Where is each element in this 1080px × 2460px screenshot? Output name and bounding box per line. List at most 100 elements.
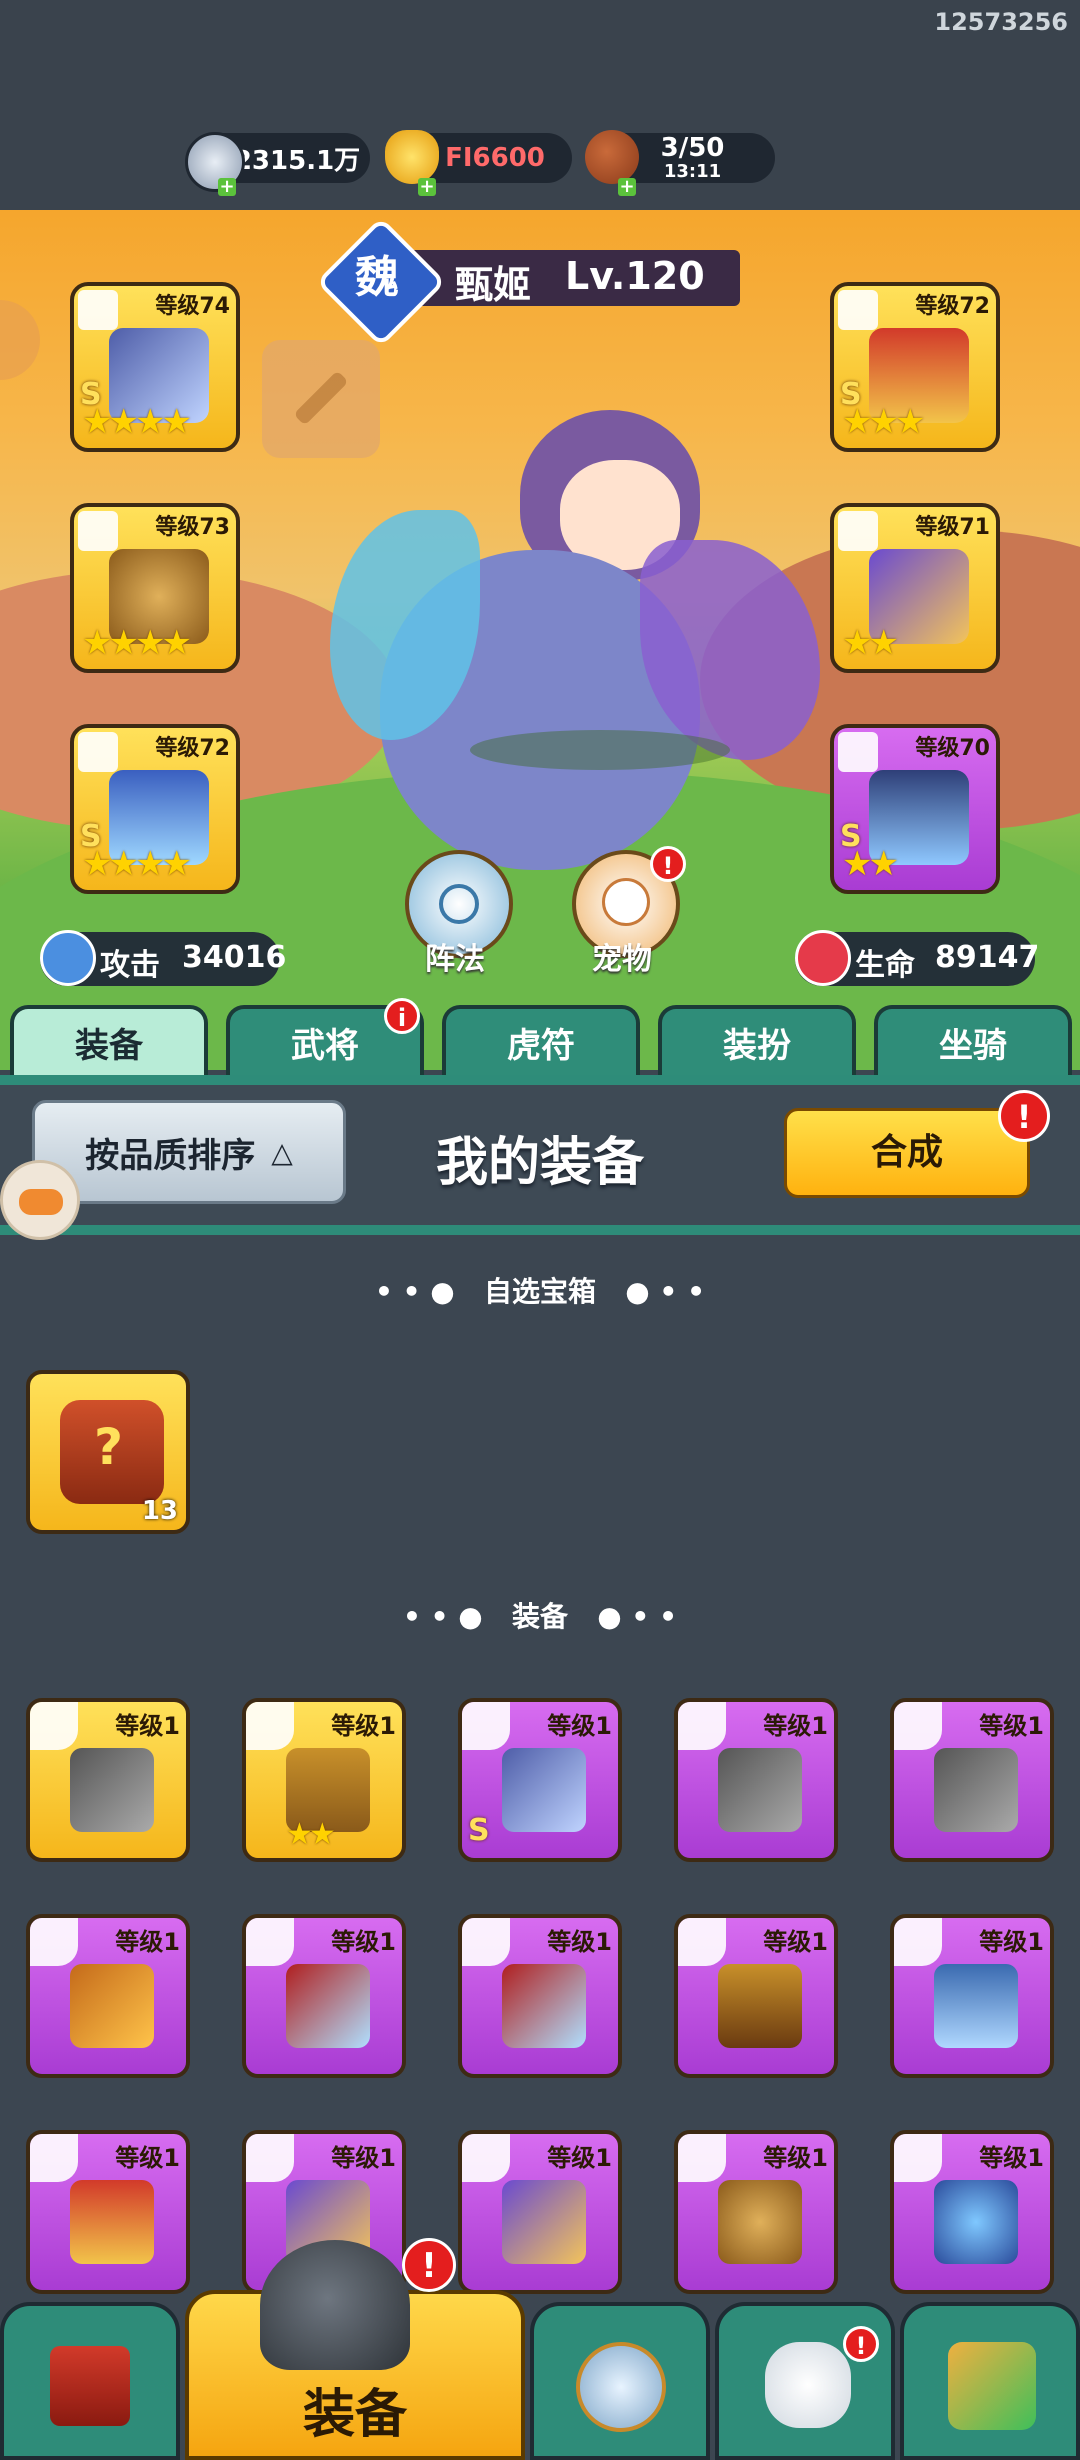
equipment-type-icon	[678, 1918, 726, 1966]
talisman-type-icon	[838, 511, 878, 551]
star-rating: ★★	[842, 844, 899, 884]
kingdom-label: 魏	[355, 252, 399, 303]
add-gold-icon[interactable]: +	[418, 178, 436, 196]
question-mark-icon: ?	[94, 1418, 124, 1476]
item-level: 等级1	[331, 2144, 396, 2172]
hp-value: 89147	[935, 940, 1040, 975]
grade-badge: S	[468, 1813, 490, 1848]
tab-mount[interactable]: 坐骑	[874, 1005, 1072, 1079]
gold-amount: FI6600	[445, 143, 545, 173]
item-level: 等级1	[763, 1712, 828, 1740]
equipment-type-icon	[894, 1918, 942, 1966]
dots-left: • • ●	[403, 1600, 512, 1633]
sort-by-quality-button[interactable]: 按品质排序 △	[32, 1100, 346, 1204]
side-drawer-handle[interactable]	[0, 300, 40, 380]
triangle-up-icon: △	[271, 1135, 293, 1169]
equipment-type-icon	[30, 2134, 78, 2182]
nav-rank-button[interactable]: !	[715, 2302, 895, 2460]
top-bar: 12573256 2315.1万 + FI6600 + 3/50 13:11 +	[0, 0, 1080, 210]
item-level: 等级1	[979, 1712, 1044, 1740]
dots-right: ● • •	[596, 1275, 705, 1308]
crossbow-icon	[502, 1748, 586, 1832]
silver-amount: 2315.1万	[233, 145, 361, 176]
weapon-type-icon	[78, 290, 118, 330]
star-rating: ★★★★	[82, 623, 192, 663]
merge-button[interactable]: 合成	[784, 1108, 1030, 1198]
tab-tiger-tally[interactable]: 虎符	[442, 1005, 640, 1079]
equipment-item[interactable]: 等级1	[890, 1698, 1054, 1862]
nav-battle-button[interactable]	[530, 2302, 710, 2460]
locked-weapon-slot[interactable]	[262, 340, 380, 458]
equipment-item[interactable]: 等级1	[674, 1698, 838, 1862]
pet-label: 宠物	[592, 942, 652, 977]
equipment-item[interactable]: 等级1	[890, 2130, 1054, 2294]
equipment-item[interactable]: 等级1	[458, 1914, 622, 2078]
tab-outfit[interactable]: 装扮	[658, 1005, 856, 1079]
equipment-section-header: • • ● 装备 ● • •	[0, 1595, 1080, 1635]
equipment-item[interactable]: 等级1 ★★	[242, 1698, 406, 1862]
equipment-item[interactable]: 等级1	[674, 1914, 838, 2078]
heart-icon	[795, 930, 851, 986]
equipment-type-icon	[30, 1918, 78, 1966]
equip-slot-necklace[interactable]: 等级73 ★★★★	[70, 503, 240, 673]
star-rating: ★★	[842, 623, 899, 663]
gamepad-float-button[interactable]	[0, 1160, 80, 1240]
ground-shadow	[470, 730, 730, 770]
nav-upgrade-button[interactable]	[900, 2302, 1080, 2460]
equipment-item[interactable]: 等级1	[890, 1914, 1054, 2078]
star-rating: ★★	[286, 1817, 336, 1852]
item-level: 等级1	[979, 1928, 1044, 1956]
armor-type-icon	[838, 290, 878, 330]
boots-type-icon	[838, 732, 878, 772]
selectable-chest-item[interactable]: ? 13	[26, 1370, 190, 1534]
dots-left: • • ●	[375, 1275, 484, 1308]
cat-icon	[602, 878, 650, 926]
equip-slot-weapon[interactable]: 等级74 S ★★★★	[70, 282, 240, 452]
equipment-item[interactable]: 等级1	[458, 2130, 622, 2294]
equipment-item[interactable]: 等级1	[26, 1698, 190, 1862]
equipment-item[interactable]: 等级1	[674, 2130, 838, 2294]
slot-level: 等级71	[915, 515, 990, 540]
equipment-item[interactable]: 等级1	[26, 1914, 190, 2078]
item-level: 等级1	[547, 2144, 612, 2172]
sword-icon	[40, 930, 96, 986]
hero-level: Lv.120	[565, 254, 705, 298]
armor-icon	[934, 1964, 1018, 2048]
equipment-type-icon	[462, 2134, 510, 2182]
equip-slot-armor[interactable]: 等级72 S ★★★	[830, 282, 1000, 452]
equipment-item[interactable]: 等级1	[26, 2130, 190, 2294]
slot-level: 等级74	[155, 294, 230, 319]
chest-section-header: • • ● 自选宝箱 ● • •	[0, 1270, 1080, 1310]
hero-name: 甄姬	[455, 263, 532, 307]
equip-slot-boots[interactable]: 等级70 S ★★	[830, 724, 1000, 894]
nav-city-button[interactable]	[0, 2302, 180, 2460]
item-level: 等级1	[547, 1928, 612, 1956]
tab-equipment[interactable]: 装备	[10, 1005, 208, 1079]
chest-count: 13	[141, 1496, 178, 1526]
attack-value: 34016	[182, 940, 287, 975]
equipment-type-icon	[462, 1918, 510, 1966]
amulet-icon	[718, 2180, 802, 2264]
star-rating: ★★★★	[82, 844, 192, 884]
equipment-type-icon	[678, 1702, 726, 1750]
equipment-type-icon	[246, 1918, 294, 1966]
stamina-amount: 3/50	[660, 133, 725, 163]
item-level: 等级1	[331, 1712, 396, 1740]
gamepad-icon	[19, 1189, 63, 1215]
armor-icon	[718, 1964, 802, 2048]
silver-coin-icon	[185, 132, 245, 192]
equip-slot-talisman[interactable]: 等级71 ★★	[830, 503, 1000, 673]
equipment-item[interactable]: 等级1 S	[458, 1698, 622, 1862]
add-silver-icon[interactable]: +	[218, 178, 236, 196]
stamina-timer: 13:11	[663, 161, 722, 182]
player-uid: 12573256	[934, 8, 1068, 36]
pet-alert-badge: !	[650, 846, 686, 882]
formation-label: 阵法	[425, 942, 485, 977]
equipment-item[interactable]: 等级1	[242, 1914, 406, 2078]
sort-button-label: 按品质排序	[85, 1135, 256, 1176]
sword-icon	[286, 1964, 370, 2048]
item-level: 等级1	[115, 1712, 180, 1740]
add-stamina-icon[interactable]: +	[618, 178, 636, 196]
equip-slot-helmet[interactable]: 等级72 S ★★★★	[70, 724, 240, 894]
panel-title: 我的装备	[435, 1133, 644, 1193]
